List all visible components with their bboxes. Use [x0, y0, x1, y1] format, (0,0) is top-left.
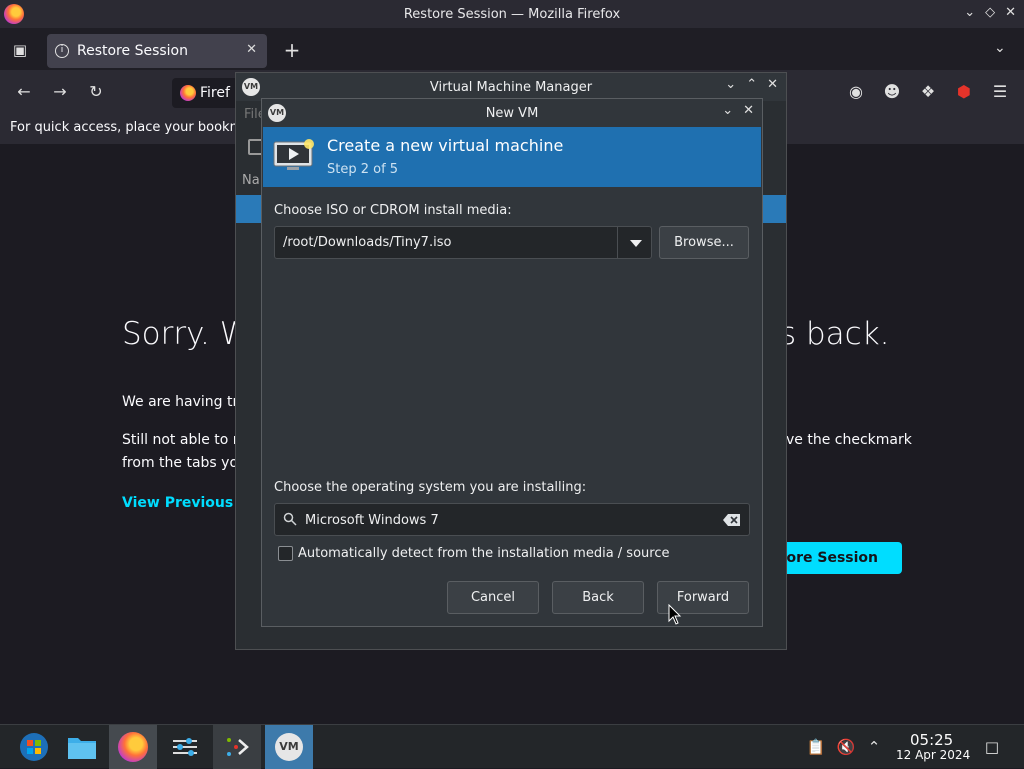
- clear-text-icon[interactable]: [723, 513, 741, 527]
- minimize-icon[interactable]: ⌄: [722, 103, 733, 118]
- iso-label: Choose ISO or CDROM install media:: [274, 203, 512, 218]
- close-icon[interactable]: ✕: [767, 77, 778, 92]
- terminal-icon[interactable]: [213, 725, 261, 769]
- tab-list-icon[interactable]: ▣: [8, 38, 32, 62]
- settings-icon[interactable]: [161, 725, 209, 769]
- minimize-icon[interactable]: ⌄: [725, 77, 736, 92]
- chevron-down-icon[interactable]: [630, 240, 642, 247]
- back-button[interactable]: Back: [552, 581, 644, 614]
- combobox-divider: [617, 227, 618, 258]
- iso-path-value: /root/Downloads/Tiny7.iso: [283, 235, 452, 250]
- search-icon: [283, 512, 297, 526]
- back-icon[interactable]: ←: [12, 80, 36, 104]
- iso-path-combobox[interactable]: /root/Downloads/Tiny7.iso: [274, 226, 652, 259]
- file-manager-icon[interactable]: [58, 725, 106, 769]
- new-tab-button[interactable]: +: [280, 38, 304, 62]
- vm-logo-icon: VM: [275, 733, 303, 761]
- show-desktop-icon[interactable]: □: [982, 737, 1002, 757]
- tab-close-icon[interactable]: ✕: [246, 42, 257, 57]
- vm-logo-icon: VM: [268, 104, 286, 122]
- clock-date[interactable]: 12 Apr 2024: [896, 748, 970, 762]
- os-search-value: Microsoft Windows 7: [305, 513, 439, 528]
- page-paragraph: from the tabs you: [122, 455, 247, 471]
- forward-icon[interactable]: →: [48, 80, 72, 104]
- browse-button[interactable]: Browse...: [659, 226, 749, 259]
- virt-manager-icon[interactable]: VM: [265, 725, 313, 769]
- os-label: Choose the operating system you are inst…: [274, 480, 587, 495]
- close-icon[interactable]: ✕: [743, 103, 754, 118]
- page-heading-end: s back.: [780, 316, 890, 352]
- new-vm-title: New VM: [485, 105, 539, 121]
- wizard-step: Step 2 of 5: [327, 162, 399, 177]
- wizard-title: Create a new virtual machine: [327, 136, 564, 155]
- maximize-icon[interactable]: ⌃: [746, 77, 757, 92]
- firefox-identity-icon: [180, 85, 196, 101]
- page-paragraph: We are having tro: [122, 394, 247, 410]
- chevron-up-icon[interactable]: ⌃: [864, 737, 884, 757]
- url-text: Firef: [200, 85, 230, 101]
- volume-muted-icon[interactable]: 🔇: [836, 737, 856, 757]
- os-search-input[interactable]: Microsoft Windows 7: [274, 503, 750, 536]
- autodetect-label[interactable]: Automatically detect from the installati…: [298, 546, 669, 561]
- clock-time[interactable]: 05:25: [910, 731, 953, 749]
- taskbar: VM 📋 🔇 ⌃ 05:25 12 Apr 2024 □: [0, 724, 1024, 769]
- page-heading: Sorry. W: [122, 316, 251, 352]
- page-paragraph: Still not able to re: [122, 432, 247, 448]
- tab-label: Restore Session: [77, 43, 188, 59]
- mouse-cursor-icon: [668, 604, 682, 625]
- account-icon[interactable]: ☻: [880, 80, 904, 104]
- firefox-logo-icon: [4, 4, 24, 24]
- tab-restore-session[interactable]: i Restore Session ✕: [47, 34, 267, 68]
- info-icon: i: [55, 44, 69, 58]
- vmm-title: Virtual Machine Manager: [429, 79, 593, 95]
- wizard-header: Create a new virtual machine Step 2 of 5: [263, 127, 761, 187]
- autodetect-checkbox[interactable]: [278, 546, 293, 561]
- reload-icon[interactable]: ↻: [84, 80, 108, 104]
- close-icon[interactable]: ✕: [1005, 5, 1016, 20]
- maximize-icon[interactable]: ◇: [985, 5, 995, 20]
- clipboard-icon[interactable]: 📋: [806, 737, 826, 757]
- new-vm-titlebar: VM New VM ⌄ ✕: [262, 99, 762, 127]
- cancel-button[interactable]: Cancel: [447, 581, 539, 614]
- pocket-icon[interactable]: ◉: [844, 80, 868, 104]
- minimize-icon[interactable]: ⌄: [964, 5, 975, 20]
- firefox-window-title: Restore Session — Mozilla Firefox: [403, 6, 621, 22]
- tab-overflow-icon[interactable]: ⌄: [994, 40, 1006, 56]
- restore-session-label: store Session: [771, 550, 878, 566]
- new-vm-monitor-icon: [273, 139, 314, 170]
- new-vm-dialog: VM New VM ⌄ ✕ Create a new virtual machi…: [261, 98, 763, 627]
- name-column-header[interactable]: Na: [242, 173, 260, 188]
- extensions-icon[interactable]: ❖: [916, 80, 940, 104]
- page-paragraph: ve the checkmark: [786, 432, 912, 448]
- menu-icon[interactable]: ☰: [988, 80, 1012, 104]
- vm-logo-icon: VM: [242, 78, 260, 96]
- firefox-icon[interactable]: [109, 725, 157, 769]
- ublock-icon[interactable]: ⬢: [952, 80, 976, 104]
- vmm-titlebar: VM Virtual Machine Manager ⌄ ⌃ ✕: [236, 73, 786, 101]
- firefox-titlebar: Restore Session — Mozilla Firefox ⌄ ◇ ✕: [0, 0, 1024, 28]
- start-menu-icon[interactable]: [10, 725, 58, 769]
